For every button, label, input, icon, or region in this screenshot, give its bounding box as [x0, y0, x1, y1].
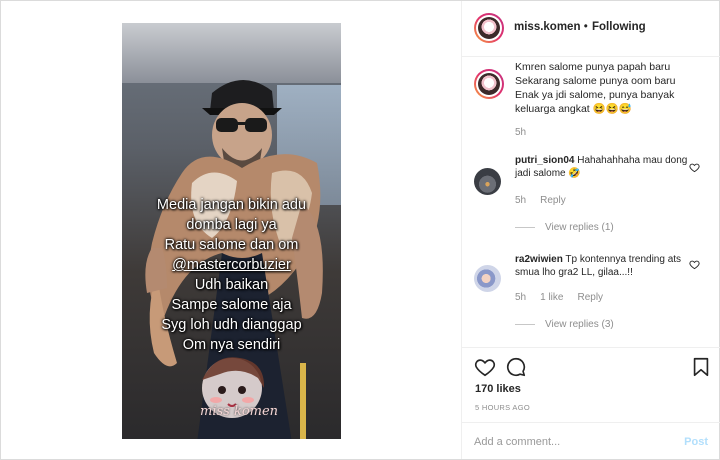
story-caption: Media jangan bikin adu domba lagi ya Rat… — [122, 195, 341, 355]
comment-like-count[interactable]: 1 like — [540, 292, 563, 303]
comment-timestamp[interactable]: 5h — [515, 195, 526, 206]
view-replies-button[interactable]: View replies (1) — [515, 222, 614, 233]
separator-dot: • — [583, 21, 588, 33]
commenter-avatar[interactable] — [474, 168, 501, 195]
caption-line-6: Sampe salome aja — [171, 297, 292, 313]
caption-mention: @mastercorbuzier — [172, 257, 291, 273]
username-text[interactable]: miss.komen — [514, 21, 580, 33]
watermark-label: miss komen — [200, 404, 279, 419]
comment-meta: 5h Reply — [515, 195, 566, 206]
view-replies-label[interactable]: View replies (3) — [545, 319, 614, 330]
add-comment-bar: Post — [462, 422, 720, 460]
comment-input[interactable] — [474, 432, 674, 452]
caption-line-1: Media jangan bikin adu — [156, 197, 307, 213]
view-replies-button[interactable]: View replies (3) — [515, 319, 614, 330]
replies-divider — [515, 324, 535, 325]
post-modal: Media jangan bikin adu domba lagi ya Rat… — [0, 0, 720, 460]
caption-timestamp[interactable]: 5h — [515, 127, 526, 138]
author-avatar[interactable] — [474, 13, 504, 43]
action-bar — [462, 347, 720, 387]
post-image[interactable]: Media jangan bikin adu domba lagi ya Rat… — [122, 23, 341, 439]
speech-bubble-icon[interactable] — [505, 356, 527, 378]
comment-meta: 5h 1 like Reply — [515, 292, 603, 303]
media-area: Media jangan bikin adu domba lagi ya Rat… — [1, 1, 462, 459]
post-comment-button[interactable]: Post — [684, 436, 708, 448]
caption-line-2: domba lagi ya — [186, 217, 277, 233]
heart-icon[interactable] — [474, 356, 496, 378]
reply-button[interactable]: Reply — [540, 195, 566, 206]
caption-text-line: Sekarang salome punya oom baru — [515, 75, 676, 87]
caption-line-7: Syg loh udh dianggap — [161, 317, 302, 333]
comment-timestamp[interactable]: 5h — [515, 292, 526, 303]
replies-divider — [515, 227, 535, 228]
post-header: miss.komen • Following — [462, 1, 720, 57]
view-replies-label[interactable]: View replies (1) — [545, 222, 614, 233]
comment-username[interactable]: ra2wiwien — [515, 254, 563, 265]
reply-button[interactable]: Reply — [577, 292, 603, 303]
comment-username[interactable]: putri_sion04 — [515, 155, 574, 166]
following-button[interactable]: Following — [592, 21, 646, 33]
watermark-sticker — [202, 357, 265, 418]
author-username[interactable]: miss.komen • — [514, 21, 588, 33]
caption-line-3: Ratu salome dan om — [164, 237, 299, 253]
comments-list: Kmren salome punya papah baru Sekarang s… — [462, 58, 720, 348]
comment-like-icon[interactable] — [689, 162, 700, 173]
post-sidebar: miss.komen • Following Kmren salome puny… — [462, 1, 720, 459]
comment-like-icon[interactable] — [689, 259, 700, 270]
post-timestamp[interactable]: 5 HOURS AGO — [475, 403, 530, 412]
commenter-avatar[interactable] — [474, 265, 501, 292]
bookmark-icon[interactable] — [690, 356, 712, 378]
caption-text: Kmren salome punya papah baru Sekarang s… — [515, 60, 710, 116]
caption-line-5: Udh baikan — [194, 277, 269, 293]
like-count[interactable]: 170 likes — [475, 383, 521, 395]
caption-author-avatar[interactable] — [474, 69, 504, 99]
comment-text: putri_sion04 Hahahahhaha mau dong jadi s… — [515, 154, 690, 180]
caption-text-line: Kmren salome punya papah baru — [515, 61, 671, 73]
caption-text-line: Enak ya jdi salome, punya banyak — [515, 89, 675, 101]
comment-text: ra2wiwien Tp kontennya trending ats smua… — [515, 253, 690, 279]
caption-text-line: keluarga angkat 😆😆😅 — [515, 103, 632, 115]
